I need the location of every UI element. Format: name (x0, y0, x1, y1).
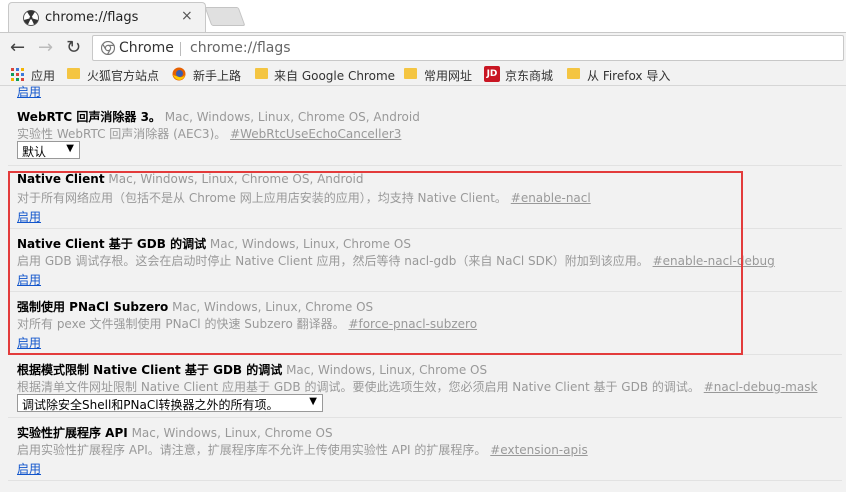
bookmark-firefox-official[interactable]: 火狐官方站点 (87, 67, 159, 84)
experiment-select[interactable]: 调试除安全Shell和PNaCl转换器之外的所有项。 ▼ (17, 394, 323, 412)
bookmark-from-google-chrome[interactable]: 来自 Google Chrome (274, 67, 395, 84)
jd-logo-icon: JD (484, 66, 500, 82)
experiment-platforms: Mac, Windows, Linux, Chrome OS (286, 363, 488, 377)
experiment-platforms: Mac, Windows, Linux, Chrome OS (131, 426, 333, 440)
folder-icon (67, 68, 80, 79)
divider (8, 480, 842, 481)
divider (8, 165, 842, 166)
new-tab-button[interactable] (204, 7, 246, 26)
folder-icon (404, 68, 417, 79)
back-arrow-icon[interactable]: ← (10, 37, 25, 58)
bookmark-getting-started[interactable]: 新手上路 (193, 67, 241, 84)
enable-link[interactable]: 启用 (17, 83, 41, 100)
experiment-description: 实验性 WebRTC 回声消除器 (AEC3)。 (17, 127, 227, 141)
dropdown-caret-icon: ▼ (309, 396, 317, 407)
highlight-annotation-box (8, 171, 743, 355)
address-bar[interactable]: Chrome chrome://flags (92, 35, 844, 61)
select-value: 调试除安全Shell和PNaCl转换器之外的所有项。 (22, 398, 279, 412)
experiment-platforms: Mac, Windows, Linux, Chrome OS, Android (164, 110, 420, 124)
experiment-anchor-link[interactable]: #nacl-debug-mask (704, 380, 818, 394)
tab-chrome-flags[interactable]: chrome://flags × (8, 2, 206, 32)
folder-icon (255, 68, 268, 79)
apps-grid-icon[interactable] (11, 68, 24, 81)
experiment-anchor-link[interactable]: #WebRtcUseEchoCanceller3 (230, 127, 401, 141)
bookmark-jd-mall[interactable]: 京东商城 (505, 67, 553, 84)
firefox-icon (172, 67, 186, 81)
experiment-name: 根据模式限制 Native Client 基于 GDB 的调试 (17, 363, 283, 377)
tab-strip: chrome://flags × (0, 0, 846, 32)
close-tab-icon[interactable]: × (181, 8, 193, 24)
select-value: 默认 (22, 145, 47, 159)
experiment-select[interactable]: 默认 ▼ (17, 141, 80, 159)
experiment-name: WebRTC 回声消除器 3。 (17, 110, 161, 124)
folder-icon (567, 68, 580, 79)
experiment-description: 根据清单文件网址限制 Native Client 应用基于 GDB 的调试。要使… (17, 380, 700, 394)
flags-radiation-icon (23, 10, 39, 26)
bookmark-common-sites[interactable]: 常用网址 (424, 67, 472, 84)
url-text[interactable]: chrome://flags (190, 40, 291, 56)
experiment-name: 实验性扩展程序 API (17, 426, 128, 440)
experiment-anchor-link[interactable]: #extension-apis (490, 443, 587, 457)
forward-arrow-icon[interactable]: → (38, 37, 53, 58)
toolbar: ← → ↻ Chrome chrome://flags (0, 32, 846, 62)
reload-icon[interactable]: ↻ (66, 37, 81, 58)
enable-link[interactable]: 启用 (17, 460, 41, 477)
experiment-description: 启用实验性扩展程序 API。请注意，扩展程序库不允许上传使用实验性 API 的扩… (17, 443, 487, 457)
omnibox-separator (180, 42, 181, 56)
chrome-logo-icon (101, 41, 115, 55)
dropdown-caret-icon: ▼ (66, 143, 74, 154)
bookmarks-bar: 应用 火狐官方站点 新手上路 来自 Google Chrome 常用网址 JD … (0, 62, 846, 86)
divider (8, 417, 842, 418)
omnibox-chip: Chrome (119, 40, 174, 56)
bookmark-import-from-firefox[interactable]: 从 Firefox 导入 (587, 67, 670, 84)
tab-title: chrome://flags (45, 10, 139, 25)
flags-content: 启用 WebRTC 回声消除器 3。 Mac, Windows, Linux, … (0, 83, 846, 492)
bookmark-apps[interactable]: 应用 (31, 67, 55, 84)
